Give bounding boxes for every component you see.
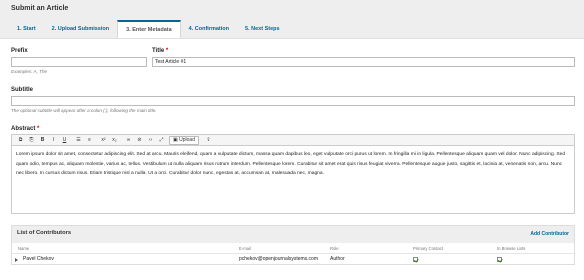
prefix-hint: Examples: A, The [11, 69, 48, 74]
tab-enter-metadata[interactable]: 3. Enter Metadata [117, 20, 181, 38]
subtitle-label: Subtitle [11, 87, 33, 93]
unlink-icon[interactable]: ⊘ [134, 135, 145, 145]
underline-icon[interactable]: U [59, 135, 70, 145]
contributors-panel: List of Contributors Add Contributor Nam… [11, 225, 575, 265]
subtitle-input[interactable] [11, 96, 575, 106]
numbered-list-icon[interactable]: ≡ [84, 135, 95, 145]
contributor-name: Pavel Chekov [23, 256, 54, 262]
tab-upload-submission[interactable]: 2. Upload Submission [44, 20, 117, 38]
italic-icon[interactable]: I [48, 135, 59, 145]
in-browse-lists-checkbox[interactable] [497, 257, 502, 262]
column-header-in-browse-lists: In Browse Lists [497, 246, 526, 251]
title-input[interactable] [152, 57, 575, 67]
tab-confirmation[interactable]: 4. Confirmation [181, 20, 237, 38]
contributor-role: Author [330, 256, 345, 262]
tab-start[interactable]: 1. Start [11, 20, 44, 38]
page-title: Submit an Article [11, 5, 69, 12]
contributors-title: List of Contributors [17, 230, 72, 236]
editor-toolbar: ⧉ ⎘ B I U ☰ ≡ x² x₂ ∞ ⊘ ‹› ⤢ ▣ Upload ⇪ [11, 134, 575, 146]
contributors-header: List of Contributors Add Contributor [12, 226, 574, 243]
required-mark: * [165, 48, 169, 54]
paste-icon[interactable]: ⎘ [26, 135, 37, 145]
column-header-name: Name [18, 246, 30, 251]
code-icon[interactable]: ‹› [145, 135, 156, 145]
subscript-icon[interactable]: x₂ [109, 135, 120, 145]
column-header-role: Role [330, 246, 339, 251]
bold-icon[interactable]: B [37, 135, 48, 145]
subtitle-hint: The optional subtitle will appear after … [11, 108, 157, 113]
contributor-email: pchekov@openjournalsystems.com [239, 256, 319, 262]
tab-next-steps[interactable]: 5. Next Steps [237, 20, 288, 38]
column-header-primary-contact: Primary Contact [413, 246, 444, 251]
superscript-icon[interactable]: x² [98, 135, 109, 145]
column-header-email: E-mail [239, 246, 251, 251]
upload-button[interactable]: ▣ Upload [169, 135, 199, 145]
abstract-editor[interactable]: Lorem ipsum dolor sit amet, consectetur … [11, 146, 575, 214]
add-contributor-button[interactable]: Add Contributor [530, 231, 569, 237]
wizard-tabs: 1. Start 2. Upload Submission 3. Enter M… [11, 20, 288, 38]
fullscreen-icon[interactable]: ⤢ [156, 135, 167, 145]
image-icon: ▣ [173, 136, 178, 143]
abstract-label: Abstract * [11, 126, 40, 132]
bullet-list-icon[interactable]: ☰ [73, 135, 84, 145]
link-icon[interactable]: ∞ [123, 135, 134, 145]
title-label: Title * [152, 48, 169, 54]
row-divider [12, 253, 574, 254]
abstract-text[interactable]: Lorem ipsum dolor sit amet, consectetur … [16, 150, 568, 179]
wizard-header: Submit an Article 1. Start 2. Upload Sub… [0, 0, 584, 38]
prefix-label: Prefix [11, 48, 28, 54]
copy-icon[interactable]: ⧉ [15, 135, 26, 145]
image-upload-icon[interactable]: ⇪ [203, 135, 214, 145]
required-mark: * [37, 126, 40, 132]
expand-row-icon[interactable] [15, 258, 18, 262]
tab-divider [0, 38, 584, 39]
prefix-input[interactable] [11, 57, 147, 67]
primary-contact-checkbox[interactable] [413, 257, 418, 262]
